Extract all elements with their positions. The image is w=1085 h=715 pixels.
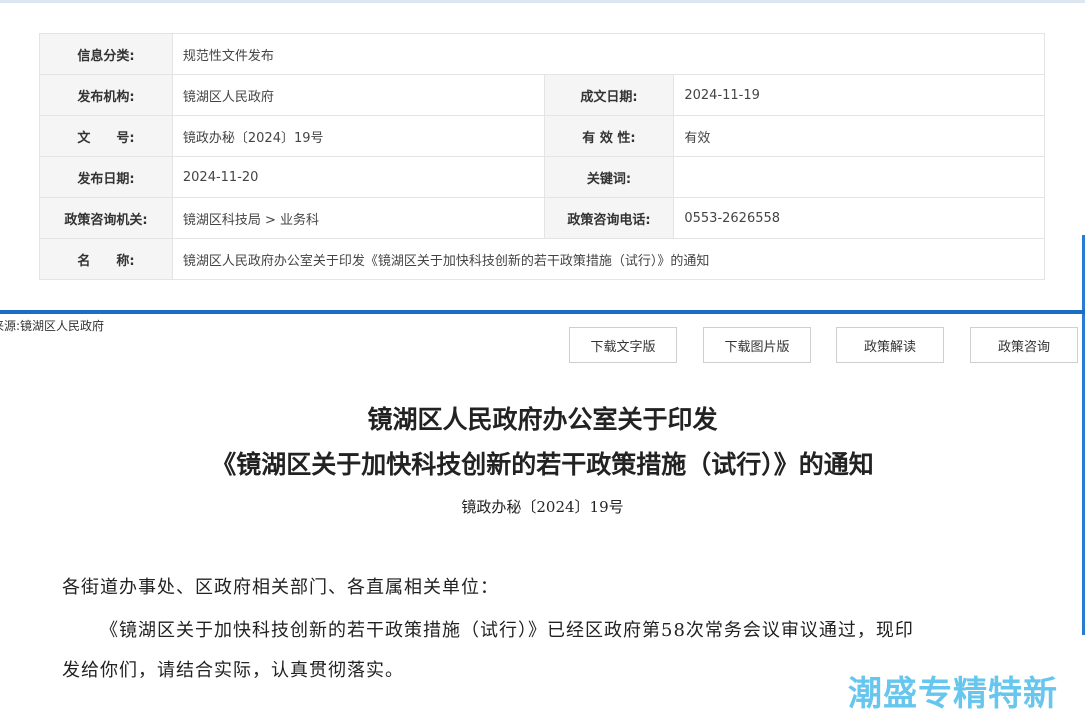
validity-label: 有 效 性: [543,115,675,157]
salutation-text: 各街道办事处、区政府相关部门、各直属相关单位： [62,577,499,598]
keywords-label: 关键词: [543,156,675,198]
table-row: 名 称: 镜湖区人民政府办公室关于印发《镜湖区关于加快科技创新的若干政策措施（试… [39,238,1046,280]
consult-org-value: 镜湖区科技局 > 业务科 [171,197,545,239]
document-number: 镜政办秘〔2024〕19号 [461,498,624,516]
keywords-value [673,156,1045,198]
created-date-label: 成文日期: [543,74,675,116]
consult-org-label: 政策咨询机关: [39,197,173,239]
download-text-button[interactable]: 下载文字版 [569,327,677,363]
created-date-value: 2024-11-19 [673,74,1045,116]
document-info-table: 信息分类: 规范性文件发布 发布机构: 镜湖区人民政府 成文日期: 2024-1… [39,33,1046,280]
publish-date-label: 发布日期: [39,156,173,198]
table-row: 发布日期: 2024-11-20 关键词: [39,156,1045,198]
table-row: 文 号: 镜政办秘〔2024〕19号 有 效 性: 有效 [39,115,1045,157]
policy-consult-button[interactable]: 政策咨询 [970,327,1078,363]
body-text-line1: 《镜湖区关于加快科技创新的若干政策措施（试行）》已经区政府第58次常务会议审议通… [100,620,914,641]
publisher-value: 镜湖区人民政府 [171,74,545,116]
publish-date-value: 2024-11-20 [171,156,545,198]
consult-phone-label: 政策咨询电话: [543,197,675,239]
table-row: 政策咨询机关: 镜湖区科技局 > 业务科 政策咨询电话: 0553-262655… [39,197,1045,239]
doc-number-label: 文 号: [39,115,173,157]
watermark-logo: 潮盛专精特新 [848,674,1058,714]
section-divider [0,310,1085,314]
source-value: 镜湖区人民政府 [20,319,105,333]
policy-interpretation-button[interactable]: 政策解读 [836,327,944,363]
table-row: 信息分类: 规范性文件发布 [39,33,1046,75]
category-value: 规范性文件发布 [171,33,1046,75]
body-text-line2: 发给你们，请结合实际，认真贯彻落实。 [62,660,404,681]
name-label: 名 称: [39,238,173,280]
download-image-button[interactable]: 下载图片版 [703,327,811,363]
name-value: 镜湖区人民政府办公室关于印发《镜湖区关于加快科技创新的若干政策措施（试行）》的通… [171,238,1046,280]
validity-value: 有效 [673,115,1045,157]
top-border-line [0,0,1085,3]
table-row: 发布机构: 镜湖区人民政府 成文日期: 2024-11-19 [39,74,1045,116]
document-title-line2: 《镜湖区关于加快科技创新的若干政策措施（试行）》的通知 [211,450,874,479]
source-label: 来源: [0,319,21,333]
doc-number-value: 镜政办秘〔2024〕19号 [171,115,545,157]
category-label: 信息分类: [39,33,173,75]
document-title-line1: 镜湖区人民政府办公室关于印发 [367,405,718,434]
publisher-label: 发布机构: [39,74,173,116]
source-line: 来源:镜湖区人民政府 [0,317,104,334]
consult-phone-value: 0553-2626558 [673,197,1045,239]
